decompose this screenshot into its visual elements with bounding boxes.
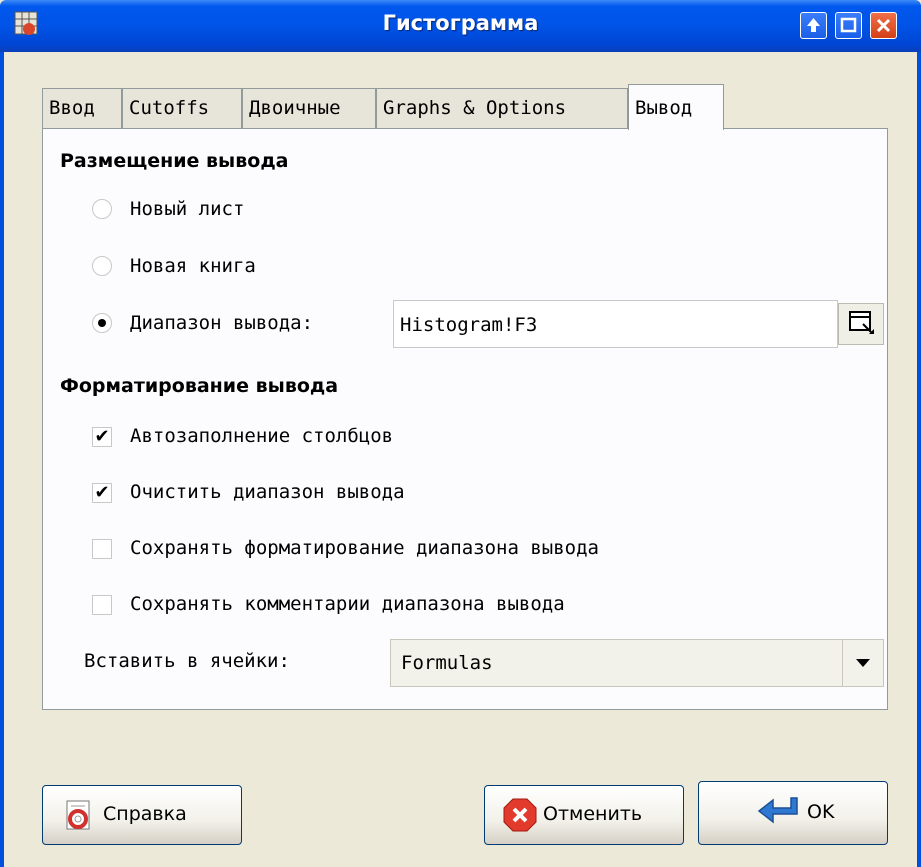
window-frame-left [0, 52, 4, 867]
paste-into-label: Вставить в ячейки: [84, 650, 290, 672]
range-picker-button[interactable] [838, 303, 884, 345]
dropdown-button[interactable] [842, 640, 883, 686]
radio-new-sheet-label[interactable]: Новый лист [130, 198, 244, 220]
help-button[interactable]: Справка [42, 785, 242, 845]
output-format-heading: Форматирование вывода [60, 375, 339, 397]
title-bar: Гистограмма [0, 0, 921, 52]
window-title: Гистограмма [382, 11, 539, 35]
checkbox-retain-comments-label[interactable]: Сохранять комментарии диапазона вывода [130, 593, 565, 615]
restore-icon [840, 17, 857, 33]
maximize-icon [807, 18, 820, 32]
checkbox-autofit-columns[interactable]: ✔ [92, 427, 112, 447]
maximize-button[interactable] [800, 12, 827, 39]
ok-button[interactable]: OK [698, 781, 888, 845]
checkbox-autofit-columns-label[interactable]: Автозаполнение столбцов [130, 425, 393, 447]
cancel-button[interactable]: Отменить [484, 785, 684, 845]
help-lifebuoy-icon [66, 800, 90, 830]
checkbox-retain-comments[interactable] [92, 595, 112, 615]
chevron-down-icon [856, 659, 870, 667]
tab-cutoffs[interactable]: Cutoffs [122, 88, 242, 128]
ok-button-label: OK [807, 801, 835, 823]
radio-new-workbook[interactable] [92, 256, 112, 276]
radio-new-sheet[interactable] [92, 199, 112, 219]
tab-output[interactable]: Вывод [628, 84, 724, 130]
close-icon [876, 18, 891, 33]
paste-into-value: Formulas [401, 652, 493, 674]
help-button-label: Справка [103, 803, 187, 825]
cancel-button-label: Отменить [543, 803, 643, 825]
output-range-input[interactable]: Histogram!F3 [393, 300, 838, 348]
output-location-heading: Размещение вывода [60, 150, 289, 172]
tab-graphs-options[interactable]: Graphs & Options [376, 88, 628, 128]
tab-bins[interactable]: Двоичные [242, 88, 376, 128]
range-picker-icon [849, 311, 874, 334]
checkbox-clear-range-label[interactable]: Очистить диапазон вывода [130, 481, 405, 503]
radio-output-range[interactable] [92, 313, 112, 333]
tab-input[interactable]: Ввод [42, 88, 122, 128]
radio-output-range-label[interactable]: Диапазон вывода: [130, 312, 313, 334]
paste-into-select[interactable]: Formulas [390, 639, 884, 687]
close-button[interactable] [870, 12, 897, 39]
window-frame-right [917, 52, 921, 867]
radio-new-workbook-label[interactable]: Новая книга [130, 255, 256, 277]
ok-enter-arrow-icon [757, 797, 798, 824]
checkbox-retain-formatting[interactable] [92, 539, 112, 559]
cancel-x-icon [503, 798, 537, 832]
checkbox-clear-range[interactable]: ✔ [92, 483, 112, 503]
checkbox-retain-formatting-label[interactable]: Сохранять форматирование диапазона вывод… [130, 537, 599, 559]
restore-button[interactable] [835, 12, 862, 39]
